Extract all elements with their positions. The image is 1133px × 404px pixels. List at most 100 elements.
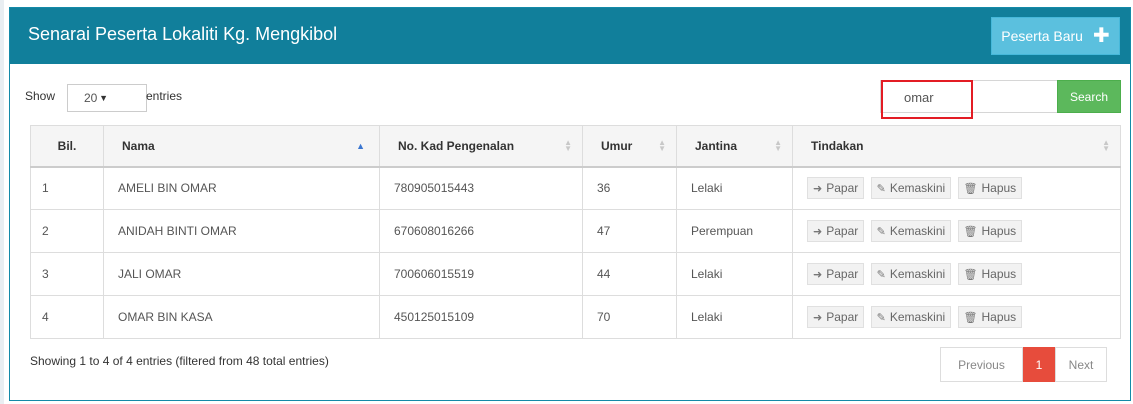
delete-button[interactable]: 🗑 Hapus <box>957 177 1023 200</box>
cell-ic: 780905015443 <box>379 166 583 210</box>
table-row: 1 AMELI BIN OMAR 780905015443 36 Lelaki … <box>30 166 1121 210</box>
view-label: Papar <box>826 267 859 281</box>
search-button[interactable]: Search <box>1057 80 1121 113</box>
entries-select[interactable]: 20 ▼ <box>67 84 147 112</box>
delete-label: Hapus <box>981 267 1017 281</box>
edit-button[interactable]: ✎ Kemaskini <box>870 263 952 285</box>
table-row: 3 JALI OMAR 700606015519 44 Lelaki ➜ Papa… <box>30 252 1121 296</box>
col-tindakan[interactable]: Tindakan ▲ ▼ <box>792 125 1121 168</box>
cell-actions: ➜ Papar ✎ Kemaskini 🗑 Hapus <box>792 252 1121 296</box>
new-participant-button[interactable]: Peserta Baru ✚ <box>991 17 1120 55</box>
col-umur-label: Umur <box>601 138 633 153</box>
delete-button[interactable]: 🗑 Hapus <box>957 220 1023 242</box>
view-label: Papar <box>826 224 859 238</box>
search-highlight-box <box>881 80 973 119</box>
delete-button[interactable]: 🗑 Hapus <box>957 306 1023 328</box>
cell-umur: 47 <box>582 209 677 253</box>
edit-button[interactable]: ✎ Kemaskini <box>870 177 952 200</box>
cell-nama: ANIDAH BINTI OMAR <box>103 209 380 253</box>
delete-label: Hapus <box>981 224 1017 238</box>
col-ic[interactable]: No. Kad Pengenalan ▲ ▼ <box>379 125 583 168</box>
col-bil[interactable]: Bil. <box>30 125 104 168</box>
col-nama[interactable]: Nama ▲ <box>103 125 380 168</box>
panel-header: Senarai Peserta Lokaliti Kg. Mengkibol P… <box>10 8 1130 64</box>
col-jantina-label: Jantina <box>695 138 738 153</box>
col-ic-label: No. Kad Pengenalan <box>398 138 515 153</box>
cell-actions: ➜ Papar ✎ Kemaskini 🗑 Hapus <box>792 295 1121 339</box>
table-row: 2 ANIDAH BINTI OMAR 670608016266 47 Pere… <box>30 209 1121 253</box>
cell-nama: JALI OMAR <box>103 252 380 296</box>
edit-label: Kemaskini <box>889 267 946 281</box>
pagination: Previous 1 Next <box>940 347 1107 382</box>
cell-actions: ➜ Papar ✎ Kemaskini 🗑 Hapus <box>792 209 1121 253</box>
new-participant-label: Peserta Baru <box>1001 28 1083 44</box>
next-page-button[interactable]: Next <box>1055 347 1107 382</box>
trash-icon: 🗑 <box>963 268 978 281</box>
edit-icon: ✎ <box>876 268 886 281</box>
cell-ic: 450125015109 <box>379 295 583 339</box>
edit-button[interactable]: ✎ Kemaskini <box>870 220 952 242</box>
delete-button[interactable]: 🗑 Hapus <box>957 263 1023 285</box>
sort-ascending-icon: ▲ <box>356 141 365 151</box>
cell-jantina: Perempuan <box>676 209 793 253</box>
col-tindakan-label: Tindakan <box>811 138 864 153</box>
sort-icon: ▲ ▼ <box>658 138 666 153</box>
cell-umur: 44 <box>582 252 677 296</box>
entries-label: entries <box>146 89 183 103</box>
trash-icon: 🗑 <box>963 182 978 195</box>
table-info-text: Showing 1 to 4 of 4 entries (filtered fr… <box>30 354 329 368</box>
cell-bil: 4 <box>30 295 104 339</box>
cell-nama: AMELI BIN OMAR <box>103 166 380 210</box>
cell-ic: 700606015519 <box>379 252 583 296</box>
cell-nama: OMAR BIN KASA <box>103 295 380 339</box>
sign-in-icon: ➜ <box>813 225 823 238</box>
delete-label: Hapus <box>981 181 1017 196</box>
window-edge <box>0 0 4 404</box>
col-nama-label: Nama <box>122 138 155 153</box>
chevron-down-icon: ▼ <box>99 93 108 103</box>
cell-bil: 1 <box>30 166 104 210</box>
view-button[interactable]: ➜ Papar <box>807 306 865 328</box>
sort-icon: ▲ ▼ <box>564 138 572 153</box>
view-button[interactable]: ➜ Papar <box>807 263 865 285</box>
page-button-current[interactable]: 1 <box>1023 347 1055 382</box>
cell-actions: ➜ Papar ✎ Kemaskini 🗑 Hapus <box>792 166 1121 210</box>
previous-page-button[interactable]: Previous <box>940 347 1023 382</box>
trash-icon: 🗑 <box>963 311 978 324</box>
view-label: Papar <box>826 310 859 324</box>
trash-icon: 🗑 <box>963 225 978 238</box>
col-umur[interactable]: Umur ▲ ▼ <box>582 125 677 168</box>
plus-icon: ✚ <box>1092 25 1110 47</box>
edit-label: Kemaskini <box>889 224 946 238</box>
edit-icon: ✎ <box>876 225 886 238</box>
delete-label: Hapus <box>981 310 1017 324</box>
sort-icon: ▲ ▼ <box>1102 138 1110 153</box>
table-header-row: Bil. Nama ▲ No. Kad Pengenalan ▲ ▼ Umur ▲… <box>30 125 1121 168</box>
view-button[interactable]: ➜ Papar <box>807 177 865 200</box>
view-button[interactable]: ➜ Papar <box>807 220 865 242</box>
show-label: Show <box>25 89 56 103</box>
view-label: Papar <box>826 181 859 196</box>
table-row: 4 OMAR BIN KASA 450125015109 70 Lelaki ➜… <box>30 295 1121 339</box>
edit-label: Kemaskini <box>889 181 946 196</box>
cell-jantina: Lelaki <box>676 166 793 210</box>
panel-title: Senarai Peserta Lokaliti Kg. Mengkibol <box>28 24 338 44</box>
sign-in-icon: ➜ <box>813 268 823 281</box>
page: Senarai Peserta Lokaliti Kg. Mengkibol P… <box>0 0 1133 404</box>
entries-value: 20 <box>84 91 98 105</box>
col-bil-label: Bil. <box>57 138 77 153</box>
cell-bil: 2 <box>30 209 104 253</box>
col-jantina[interactable]: Jantina ▲ ▼ <box>676 125 793 168</box>
edit-button[interactable]: ✎ Kemaskini <box>870 306 952 328</box>
sign-in-icon: ➜ <box>813 182 823 195</box>
sign-in-icon: ➜ <box>813 311 823 324</box>
edit-icon: ✎ <box>876 311 886 324</box>
participants-table: Bil. Nama ▲ No. Kad Pengenalan ▲ ▼ Umur ▲… <box>30 125 1121 339</box>
cell-umur: 70 <box>582 295 677 339</box>
cell-umur: 36 <box>582 166 677 210</box>
cell-ic: 670608016266 <box>379 209 583 253</box>
edit-label: Kemaskini <box>889 310 946 324</box>
cell-jantina: Lelaki <box>676 295 793 339</box>
cell-bil: 3 <box>30 252 104 296</box>
cell-jantina: Lelaki <box>676 252 793 296</box>
